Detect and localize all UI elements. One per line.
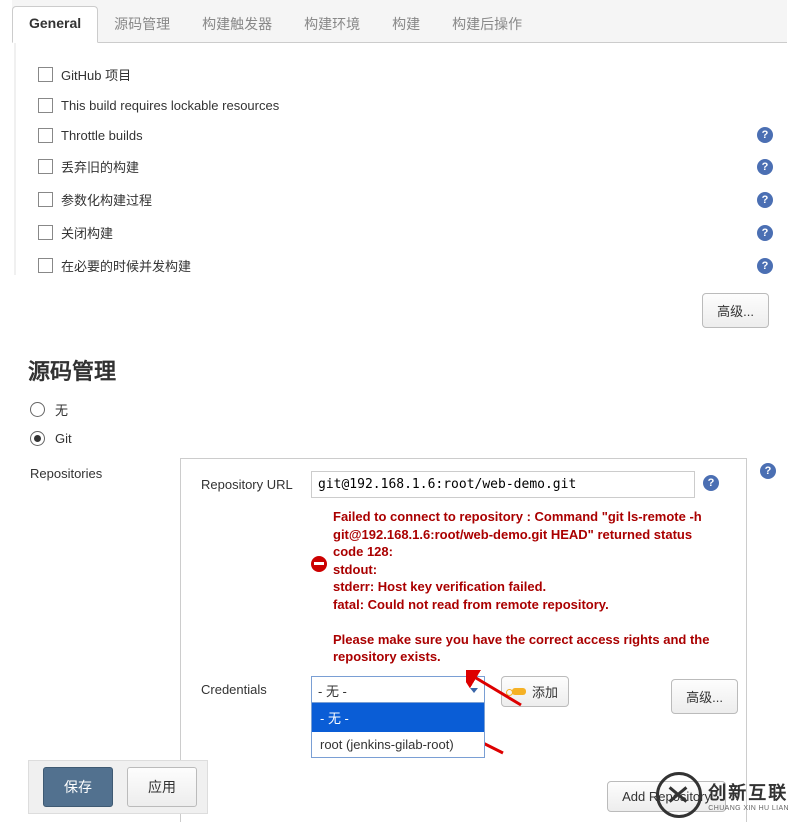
tab-env[interactable]: 构建环境 <box>288 6 376 42</box>
tab-scm[interactable]: 源码管理 <box>98 6 186 42</box>
advanced-button[interactable]: 高级... <box>671 679 738 714</box>
brand-name-en: CHUANG XIN HU LIAN <box>708 805 789 812</box>
checkbox-concurrent[interactable] <box>38 258 53 273</box>
add-credentials-button[interactable]: 添加 <box>501 676 569 707</box>
label-github: GitHub 项目 <box>61 65 131 84</box>
label-discard: 丢弃旧的构建 <box>61 157 139 176</box>
radio-git[interactable] <box>30 431 45 446</box>
tab-triggers[interactable]: 构建触发器 <box>186 6 288 42</box>
label-throttle: Throttle builds <box>61 128 143 143</box>
error-icon <box>311 556 327 572</box>
brand-logo: 创新互联 CHUANG XIN HU LIAN <box>656 772 789 818</box>
chevron-down-icon <box>470 688 478 693</box>
checkbox-github[interactable] <box>38 67 53 82</box>
checkbox-param[interactable] <box>38 192 53 207</box>
scm-section-title: 源码管理 <box>28 354 795 386</box>
checkbox-throttle[interactable] <box>38 128 53 143</box>
credentials-select[interactable]: - 无 - <box>311 676 485 705</box>
radio-none[interactable] <box>30 402 45 417</box>
checkbox-discard[interactable] <box>38 159 53 174</box>
help-icon[interactable]: ? <box>757 127 773 143</box>
tab-general[interactable]: General <box>12 6 98 43</box>
repo-url-label: Repository URL <box>201 471 311 492</box>
help-icon[interactable]: ? <box>703 475 719 491</box>
label-param: 参数化构建过程 <box>61 190 152 209</box>
repository-config-box: ? Repository URL ? Failed to connect to … <box>180 458 747 822</box>
label-disable: 关闭构建 <box>61 223 113 242</box>
tab-build[interactable]: 构建 <box>376 6 436 42</box>
radio-git-label: Git <box>55 431 72 446</box>
jenkins-config-page: General 源码管理 构建触发器 构建环境 构建 构建后操作 GitHub … <box>0 0 795 822</box>
radio-none-label: 无 <box>55 400 68 419</box>
save-button[interactable]: 保存 <box>43 767 113 807</box>
error-message: Failed to connect to repository : Comman… <box>333 508 713 666</box>
brand-name-cn: 创新互联 <box>708 779 789 805</box>
credentials-dropdown-list: - 无 - root (jenkins-gilab-root) <box>311 702 485 758</box>
logo-icon <box>656 772 702 818</box>
apply-button[interactable]: 应用 <box>127 767 197 807</box>
checkbox-disable[interactable] <box>38 225 53 240</box>
label-concurrent: 在必要的时候并发构建 <box>61 256 191 275</box>
help-icon[interactable]: ? <box>757 225 773 241</box>
key-icon <box>512 688 526 695</box>
repo-url-input[interactable] <box>311 471 695 498</box>
help-icon[interactable]: ? <box>757 192 773 208</box>
credentials-label: Credentials <box>201 676 311 697</box>
credentials-option-none[interactable]: - 无 - <box>312 703 484 732</box>
label-lockable: This build requires lockable resources <box>61 98 279 113</box>
help-icon[interactable]: ? <box>757 258 773 274</box>
tab-postbuild[interactable]: 构建后操作 <box>436 6 538 42</box>
general-section: GitHub 项目 This build requires lockable r… <box>14 43 795 275</box>
credentials-selected: - 无 - <box>318 681 347 700</box>
help-icon[interactable]: ? <box>760 463 776 479</box>
config-tabs: General 源码管理 构建触发器 构建环境 构建 构建后操作 <box>12 0 787 43</box>
advanced-button[interactable]: 高级... <box>702 293 769 328</box>
help-icon[interactable]: ? <box>757 159 773 175</box>
footer-actions: 保存 应用 <box>28 760 208 814</box>
credentials-option-root[interactable]: root (jenkins-gilab-root) <box>312 732 484 757</box>
checkbox-lockable[interactable] <box>38 98 53 113</box>
